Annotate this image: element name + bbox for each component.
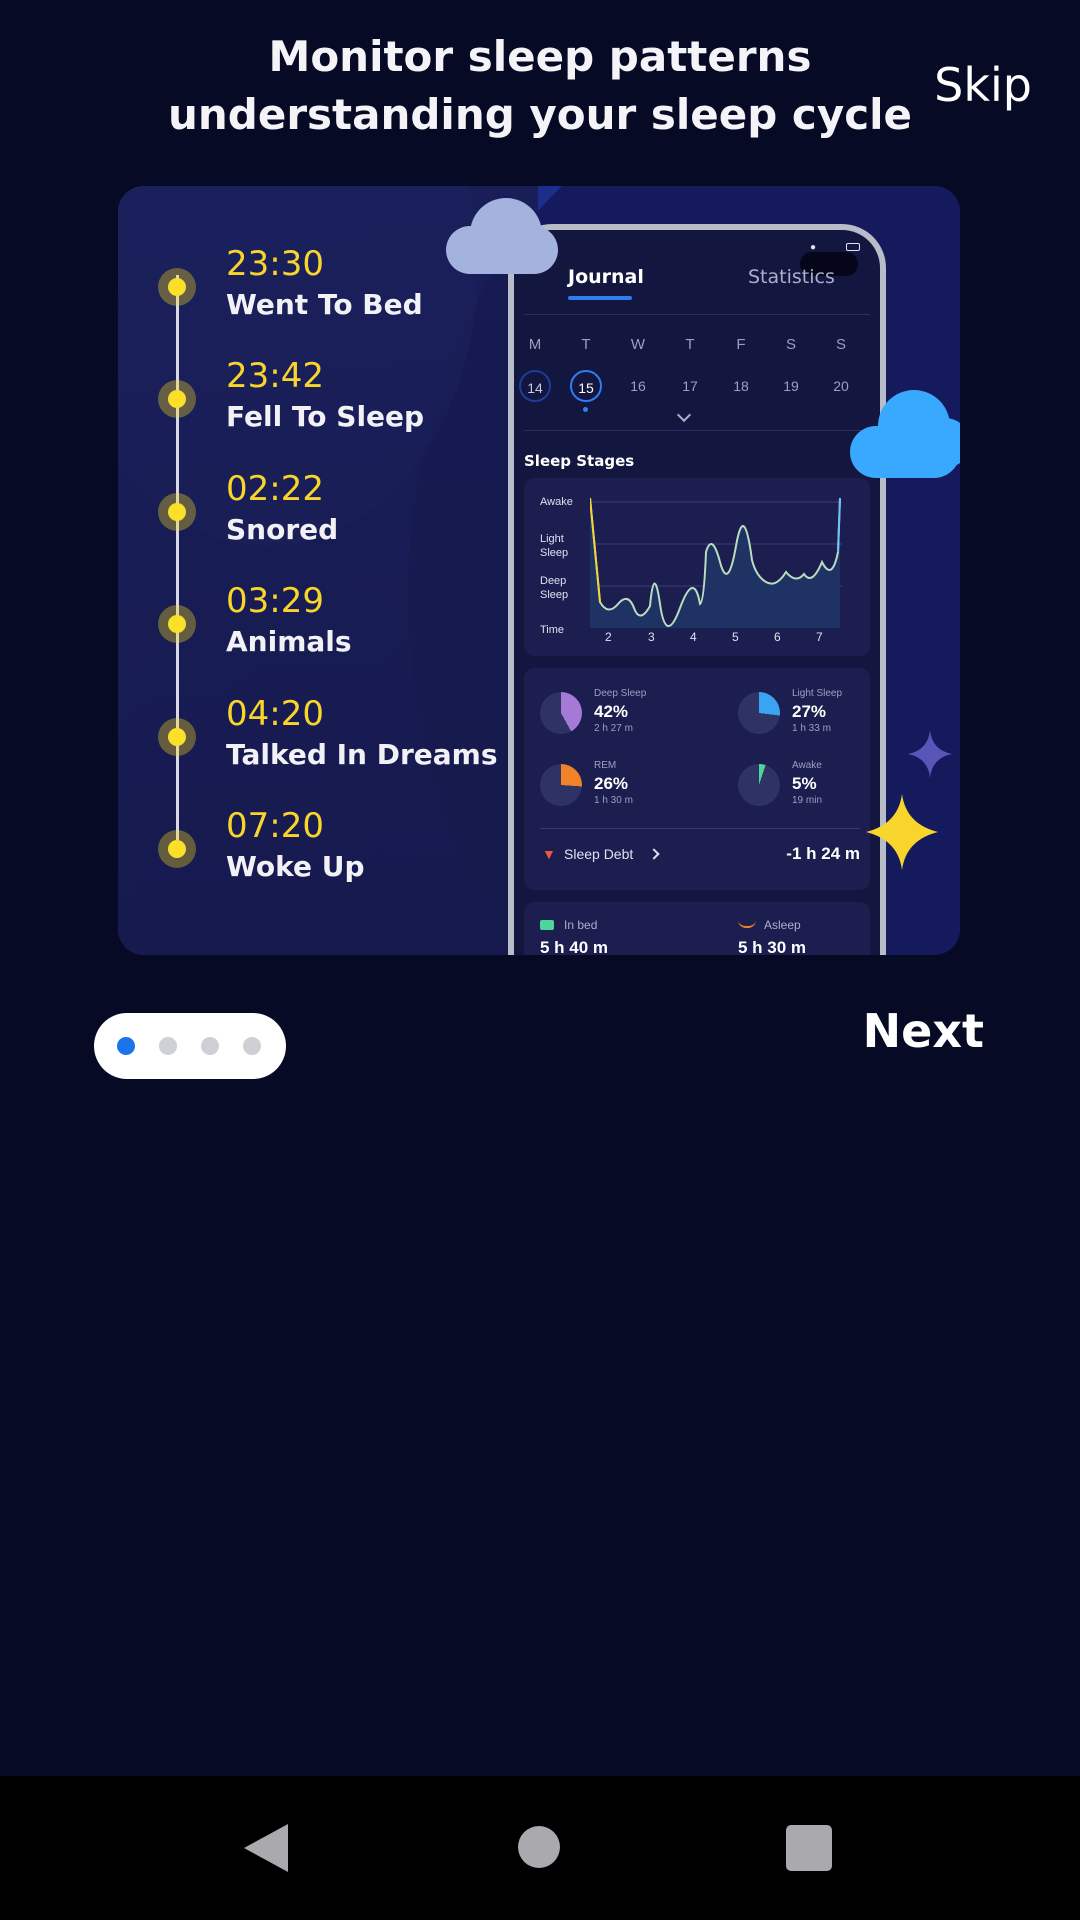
stat-name: Deep Sleep — [594, 688, 647, 699]
stat-rem: REM 26% 1 h 30 m — [540, 760, 690, 810]
stat-name: Light Sleep — [792, 688, 843, 699]
date-cell[interactable]: 17 — [674, 370, 706, 402]
chart-y-label: Awake — [540, 496, 573, 508]
onboarding-title: Monitor sleep patterns understanding you… — [120, 28, 960, 144]
phone-tab-bar: Journal Statistics — [514, 266, 880, 306]
phone-mockup: ● Journal Statistics M T W T F S S 14 15 — [508, 224, 886, 955]
summary-divider — [540, 828, 860, 829]
chevron-down-icon[interactable] — [676, 407, 692, 423]
stat-duration: 19 min — [792, 795, 823, 806]
stat-deep: Deep Sleep 42% 2 h 27 m — [540, 688, 690, 738]
date-cell[interactable]: 16 — [622, 370, 654, 402]
cloud-icon — [850, 382, 960, 482]
stat-percent: 26% — [594, 774, 629, 793]
page-dot — [159, 1037, 177, 1055]
pie-rem — [540, 764, 582, 806]
sleep-debt-label: Sleep Debt — [564, 846, 634, 862]
title-line-2: understanding your sleep cycle — [167, 90, 912, 139]
tab-statistics[interactable]: Statistics — [748, 266, 835, 288]
stat-percent: 27% — [792, 702, 827, 721]
thermometer-icon: ▼ — [542, 846, 556, 862]
cloud-icon — [444, 196, 564, 286]
page-dot — [201, 1037, 219, 1055]
stat-duration: 1 h 33 m — [792, 723, 831, 734]
title-line-1: Monitor sleep patterns — [268, 32, 812, 81]
back-icon[interactable] — [244, 1824, 288, 1872]
date-cell[interactable]: 14 — [519, 370, 551, 402]
status-icons: ● — [806, 242, 860, 253]
bed-time-panel: In bed 5 h 40 m Asleep 5 h 30 m — [524, 902, 870, 955]
x-tick-label: 4 — [690, 630, 697, 644]
system-nav-bar — [0, 1776, 1080, 1920]
stat-awake: Awake 5% 19 min — [738, 760, 868, 810]
date-cell[interactable]: 19 — [775, 370, 807, 402]
x-tick-label: 7 — [816, 630, 823, 644]
stat-percent: 42% — [594, 702, 629, 721]
tab-divider — [524, 314, 870, 315]
tab-indicator — [568, 296, 632, 300]
selected-date-dot — [583, 407, 588, 412]
stat-percent: 5% — [792, 774, 817, 793]
sparkle-icon — [866, 794, 938, 870]
stat-duration: 2 h 27 m — [594, 723, 633, 734]
pie-awake — [738, 764, 780, 806]
phone-clip: ● Journal Statistics M T W T F S S 14 15 — [118, 186, 960, 955]
chart-y-label: Deep Sleep — [540, 575, 569, 601]
in-bed-label: In bed — [564, 918, 598, 932]
x-tick-label: 5 — [732, 630, 739, 644]
date-cell[interactable]: 18 — [725, 370, 757, 402]
x-tick-label: 3 — [648, 630, 655, 644]
chevron-right-icon — [648, 848, 660, 860]
date-cell-selected[interactable]: 15 — [570, 370, 602, 402]
tab-journal[interactable]: Journal — [568, 266, 644, 288]
x-tick-label: 6 — [774, 630, 781, 644]
wifi-icon: ● — [810, 242, 817, 253]
date-divider — [524, 430, 870, 431]
in-bed-value: 5 h 40 m — [540, 938, 609, 955]
weekday-label: M — [528, 336, 542, 353]
battery-icon — [846, 243, 860, 251]
sleep-stage-chart-panel: Awake LightSleep DeepSleep Time 2 3 4 — [524, 478, 870, 656]
page-dot — [243, 1037, 261, 1055]
chart-y-label: Light Sleep — [540, 533, 569, 559]
phone-screen: ● Journal Statistics M T W T F S S 14 15 — [514, 230, 880, 955]
weekday-label: T — [581, 336, 591, 353]
weekday-label: S — [785, 336, 796, 353]
chart-x-title: Time — [540, 624, 565, 636]
weekday-label: W — [630, 336, 646, 353]
x-tick-label: 2 — [605, 630, 612, 644]
sleep-stages-title: Sleep Stages — [524, 452, 635, 470]
recent-apps-icon[interactable] — [786, 1825, 832, 1871]
asleep-value: 5 h 30 m — [738, 938, 807, 955]
sleep-summary-panel: Deep Sleep 42% 2 h 27 m Light Sleep 27% … — [524, 668, 870, 890]
pie-deep — [540, 692, 582, 734]
pie-light — [738, 692, 780, 734]
home-icon[interactable] — [518, 1826, 560, 1868]
eye-closed-icon — [738, 920, 756, 928]
next-button[interactable]: Next — [863, 1004, 984, 1058]
skip-button[interactable]: Skip — [934, 58, 1032, 112]
weekday-label: T — [685, 336, 695, 353]
stat-name: REM — [594, 760, 617, 771]
asleep-label: Asleep — [764, 918, 801, 932]
bed-icon — [540, 920, 554, 930]
stat-duration: 1 h 30 m — [594, 795, 633, 806]
weekday-label: F — [736, 336, 746, 353]
sleep-debt-value: -1 h 24 m — [786, 844, 860, 863]
stat-name: Awake — [792, 760, 822, 771]
sparkle-small-icon — [908, 730, 952, 778]
weekday-label: S — [835, 336, 846, 353]
sleep-debt-row[interactable]: ▼ Sleep Debt -1 h 24 m — [540, 844, 860, 872]
stat-light: Light Sleep 27% 1 h 33 m — [738, 688, 868, 738]
sleep-stage-chart — [590, 497, 842, 628]
page-dot — [117, 1037, 135, 1055]
chart-x-axis: 2 3 4 5 6 7 — [590, 630, 850, 644]
page-indicator — [94, 1013, 286, 1079]
